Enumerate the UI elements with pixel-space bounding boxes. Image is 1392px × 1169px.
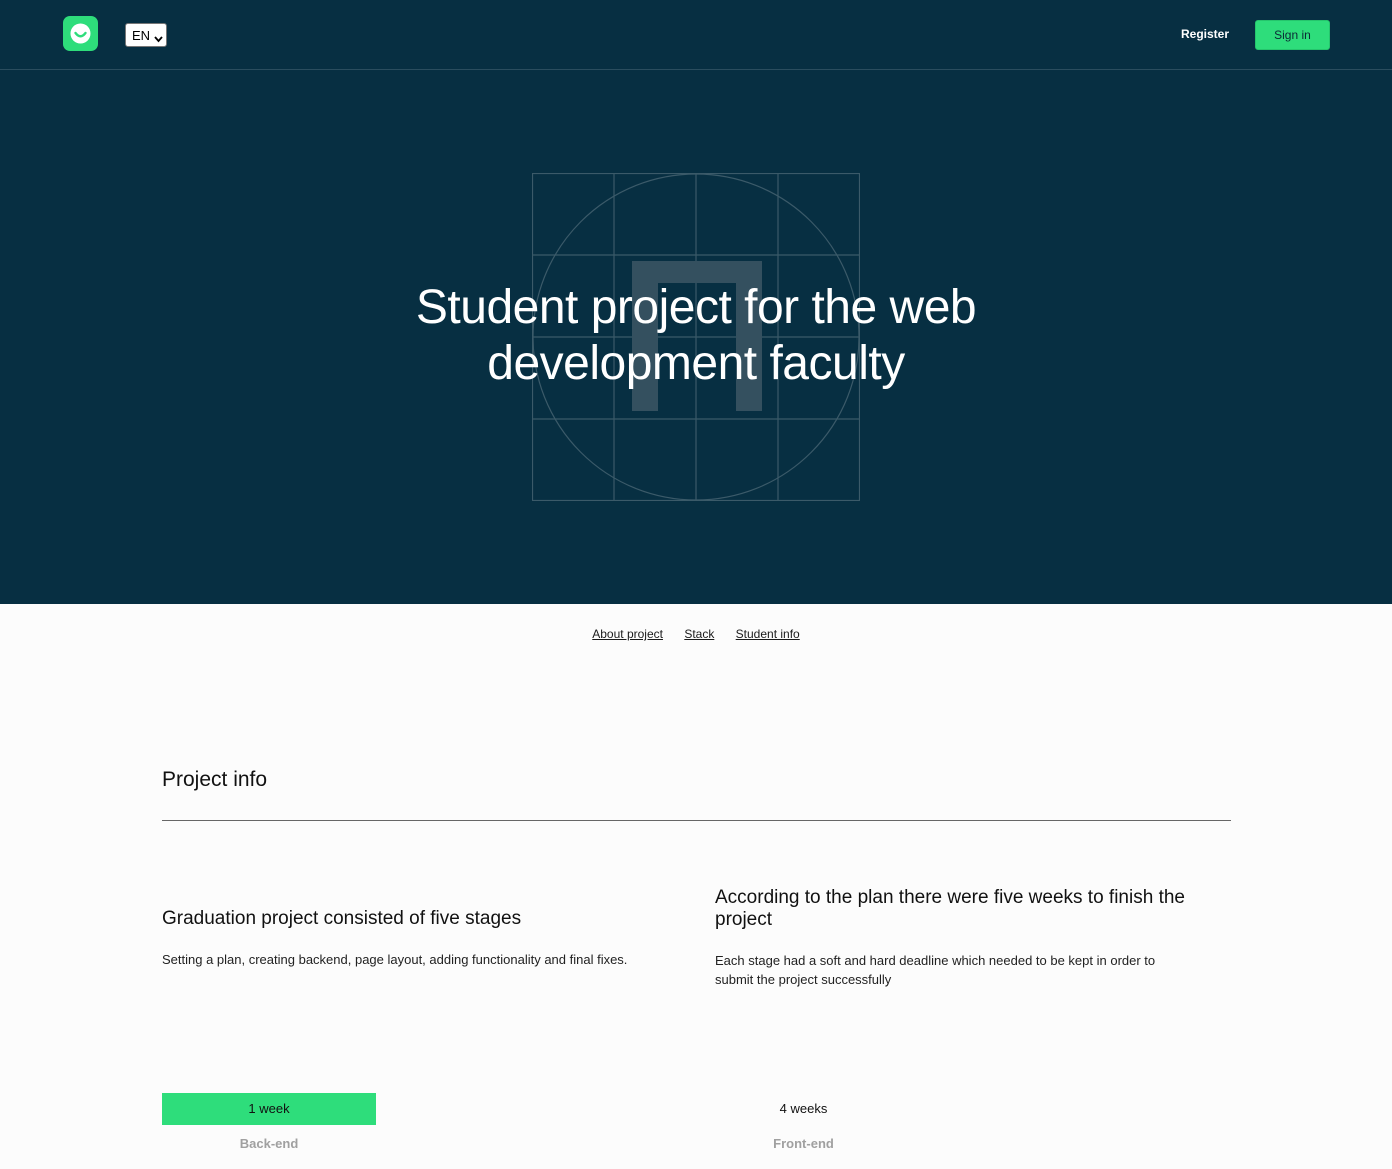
hero-title: Student project for the web development … [346, 280, 1046, 392]
top-header: EN Register Sign in [0, 0, 1392, 70]
card-text: Each stage had a soft and hard deadline … [715, 953, 1156, 987]
register-link[interactable]: Register [1165, 27, 1245, 41]
card-heading: Graduation project consisted of five sta… [162, 908, 522, 929]
timeline-bar-frontend: 4 weeks [779, 1101, 828, 1116]
card-heading: According to the plan there were five we… [715, 887, 1185, 930]
info-card-deadline: According to the plan there were five we… [715, 887, 1185, 989]
nav-stack[interactable]: Stack [684, 627, 714, 641]
card-text: Setting a plan, creating backend, page l… [162, 952, 628, 967]
nav-about-project[interactable]: About project [592, 627, 663, 641]
timeline-bar-backend: 1 week [162, 1093, 376, 1125]
language-value: EN [132, 28, 151, 43]
chevron-down-icon [154, 31, 163, 46]
language-select[interactable]: EN [125, 23, 167, 47]
sign-in-button[interactable]: Sign in [1255, 20, 1330, 50]
info-card-stages: Graduation project consisted of five sta… [162, 908, 672, 969]
hero-section: Student project for the web development … [0, 70, 1392, 604]
logo-smile-icon[interactable] [63, 16, 98, 51]
timeline-label-frontend: Front-end [773, 1136, 834, 1151]
section-nav: About project Stack Student info [0, 627, 1392, 641]
section-divider [162, 820, 1231, 821]
timeline-label-backend: Back-end [239, 1136, 299, 1151]
nav-student-info[interactable]: Student info [736, 627, 800, 641]
project-info-title: Project info [162, 768, 268, 791]
hero-title-line-2: development faculty [487, 337, 905, 390]
hero-title-line-1: Student project for the web [415, 281, 977, 334]
